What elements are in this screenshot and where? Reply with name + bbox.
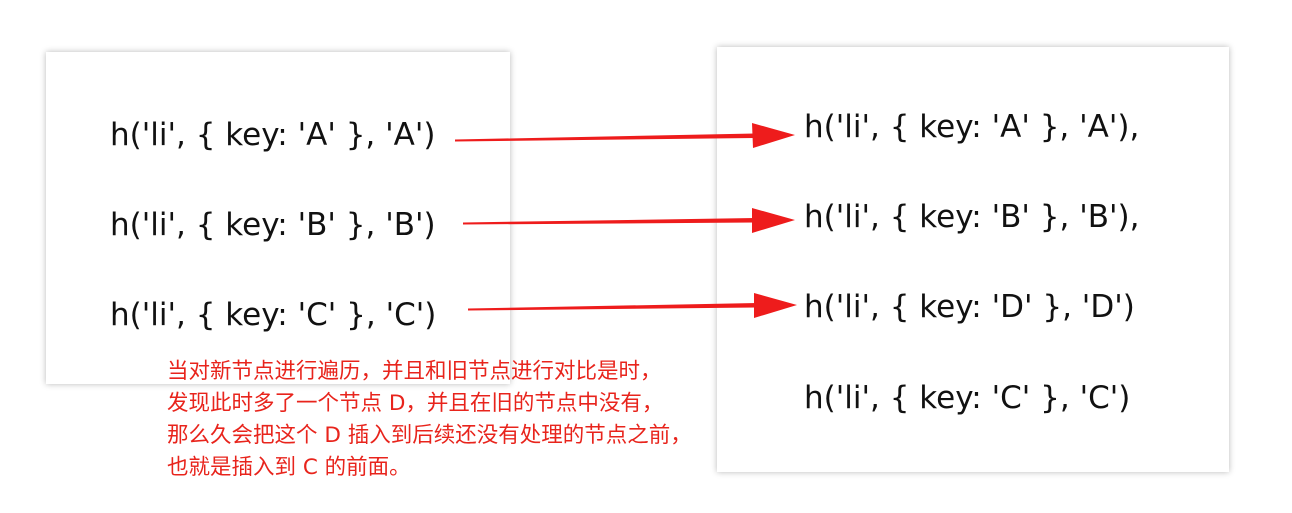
arrow-a-head (752, 123, 795, 148)
arrow-a (455, 123, 795, 148)
explanation-note: 当对新节点进行遍历，并且和旧节点进行对比是时， 发现此时多了一个节点 D，并且在… (167, 356, 692, 484)
note-line-1: 当对新节点进行遍历，并且和旧节点进行对比是时， (167, 359, 662, 384)
arrow-b (463, 208, 795, 233)
arrow-b-shaft (463, 218, 755, 225)
note-line-2: 发现此时多了一个节点 D，并且在旧的节点中没有， (167, 391, 664, 416)
note-line-4: 也就是插入到 C 的前面。 (167, 455, 411, 480)
arrow-b-head (752, 208, 795, 233)
arrow-a-shaft (455, 133, 755, 142)
arrow-c-shaft (468, 303, 757, 311)
note-line-3: 那么久会把这个 D 插入到后续还没有处理的节点之前， (167, 423, 692, 448)
arrow-c-head (754, 293, 797, 318)
arrow-c-to-d (468, 293, 797, 318)
